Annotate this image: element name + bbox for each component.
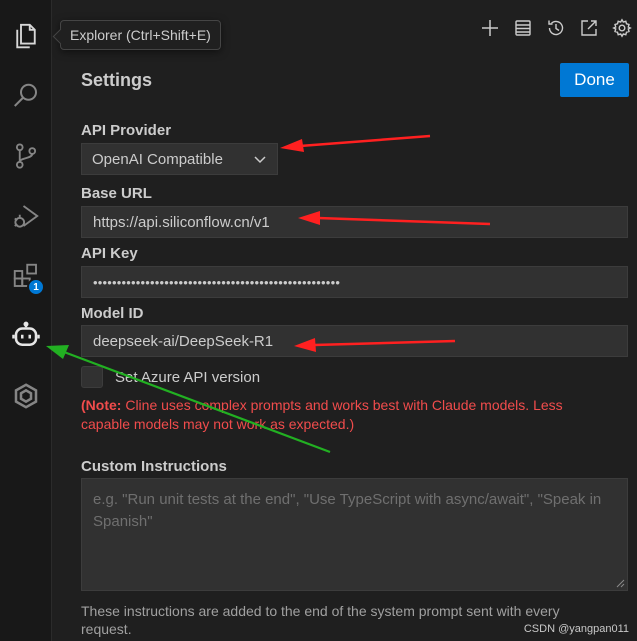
watermark: CSDN @yangpan011 (523, 623, 629, 635)
custom-instructions-placeholder: e.g. "Run unit tests at the end", "Use T… (93, 491, 602, 530)
api-provider-value: OpenAI Compatible (92, 150, 223, 168)
search-icon[interactable] (0, 72, 52, 120)
chevron-down-icon (254, 156, 266, 164)
explorer-tooltip: Explorer (Ctrl+Shift+E) (60, 20, 221, 50)
done-button[interactable]: Done (560, 63, 629, 97)
activity-bar: 1 (0, 0, 52, 641)
api-provider-select[interactable]: OpenAI Compatible (81, 143, 278, 175)
custom-instructions-textarea[interactable]: e.g. "Run unit tests at the end", "Use T… (81, 478, 628, 591)
robot-icon[interactable] (0, 312, 52, 360)
files-icon[interactable] (0, 12, 52, 60)
source-control-icon[interactable] (0, 132, 52, 180)
hexagon-icon[interactable] (0, 372, 52, 420)
model-id-label: Model ID (81, 305, 144, 322)
model-warning-note: (Note: Cline uses complex prompts and wo… (81, 396, 611, 434)
azure-api-version-row[interactable]: Set Azure API version (81, 366, 260, 388)
run-debug-icon[interactable] (0, 192, 52, 240)
api-key-label: API Key (81, 245, 138, 262)
model-id-input[interactable]: deepseek-ai/DeepSeek-R1 (81, 325, 628, 357)
base-url-input[interactable]: https://api.siliconflow.cn/v1 (81, 206, 628, 238)
custom-instructions-label: Custom Instructions (81, 458, 227, 475)
azure-api-version-label: Set Azure API version (115, 368, 261, 386)
extensions-icon[interactable]: 1 (0, 252, 52, 300)
note-prefix: (Note: (81, 397, 122, 413)
azure-api-version-checkbox[interactable] (81, 366, 103, 388)
resize-handle-icon[interactable] (616, 579, 625, 588)
extensions-badge: 1 (27, 278, 45, 296)
api-provider-label: API Provider (81, 122, 172, 139)
note-text: Cline uses complex prompts and works bes… (81, 397, 563, 432)
page-title: Settings (81, 70, 153, 90)
base-url-label: Base URL (81, 185, 152, 202)
api-key-input[interactable]: ••••••••••••••••••••••••••••••••••••••••… (81, 266, 628, 298)
